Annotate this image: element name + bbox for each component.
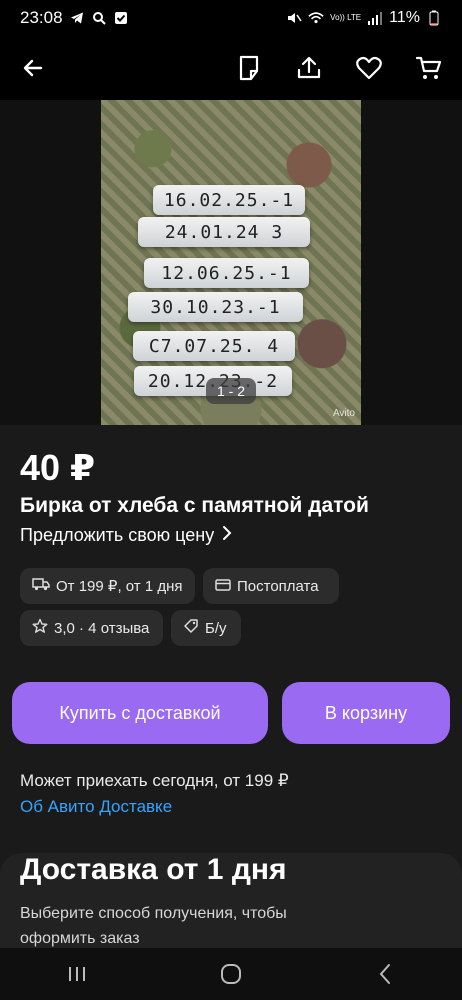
add-to-cart-button[interactable]: В корзину <box>282 682 450 744</box>
product-photo[interactable]: 16.02.25.-1 24.01.24 3 12.06.25.-1 30.10… <box>101 100 361 425</box>
bread-tag-4: 30.10.23.-1 <box>128 292 303 322</box>
checkbox-notification-icon <box>113 10 129 26</box>
status-bar: 23:08 Vo)) LTE 11% <box>0 0 462 36</box>
condition-chip[interactable]: Б/у <box>171 610 241 646</box>
home-icon[interactable] <box>216 959 246 989</box>
listing-details: 40 ₽ Бирка от хлеба с памятной датой Пре… <box>0 425 462 993</box>
offer-price-label: Предложить свою цену <box>20 525 215 545</box>
delivery-card-title: Доставка от 1 дня <box>20 853 287 886</box>
signal-icon <box>367 10 383 26</box>
photo-counter: 1 - 2 <box>206 378 256 404</box>
condition-chip-label: Б/у <box>205 619 227 637</box>
delivery-card-text: Выберите способ получения, чтобы оформит… <box>20 905 287 947</box>
payment-chip[interactable]: Постоплата <box>203 568 339 604</box>
bread-tag-2: 24.01.24 3 <box>138 217 310 247</box>
chevron-right-icon <box>222 525 232 546</box>
recent-apps-icon[interactable] <box>62 959 92 989</box>
note-icon[interactable] <box>234 53 264 83</box>
battery-percent: 11% <box>389 9 420 26</box>
offer-price-link[interactable]: Предложить свою цену <box>20 525 232 546</box>
delivery-estimate: Может приехать сегодня, от 199 ₽ <box>20 771 289 790</box>
shipping-chip[interactable]: От 199 ₽, от 1 дня <box>20 568 195 604</box>
share-icon[interactable] <box>294 53 324 83</box>
rating-chip[interactable]: 3,0 · 4 отзыва <box>20 610 163 646</box>
price-tag-icon <box>183 618 199 638</box>
payment-chip-label: Постоплата <box>237 577 319 595</box>
back-nav-icon[interactable] <box>370 959 400 989</box>
rating-chip-label: 3,0 · 4 отзыва <box>54 619 150 637</box>
avito-delivery-link[interactable]: Об Авито Доставке <box>20 797 172 817</box>
favorite-heart-icon[interactable] <box>354 53 384 83</box>
network-type: Vo)) LTE <box>330 13 362 22</box>
wifi-icon <box>308 10 324 26</box>
avito-watermark: Avito <box>332 408 355 419</box>
listing-title: Бирка от хлеба с памятной датой <box>20 494 369 517</box>
back-arrow-icon[interactable] <box>18 53 48 83</box>
bread-tag-1: 16.02.25.-1 <box>153 185 305 215</box>
buy-with-delivery-button[interactable]: Купить с доставкой <box>12 682 268 744</box>
shipping-chip-label: От 199 ₽, от 1 дня <box>56 578 183 595</box>
bread-tag-3: 12.06.25.-1 <box>144 258 309 288</box>
bread-tag-5: C7.07.25. 4 <box>133 331 295 361</box>
status-time: 23:08 <box>20 8 63 27</box>
mute-icon <box>286 10 302 26</box>
system-nav-bar <box>0 948 462 1000</box>
app-bar <box>0 36 462 100</box>
price: 40 ₽ <box>20 447 96 488</box>
star-icon <box>32 618 48 638</box>
battery-icon <box>426 10 442 26</box>
photo-gallery[interactable]: 16.02.25.-1 24.01.24 3 12.06.25.-1 30.10… <box>0 100 462 425</box>
search-icon <box>91 10 107 26</box>
telegram-icon <box>69 10 85 26</box>
cart-icon[interactable] <box>414 53 444 83</box>
truck-icon <box>32 577 50 595</box>
card-icon <box>215 578 231 595</box>
